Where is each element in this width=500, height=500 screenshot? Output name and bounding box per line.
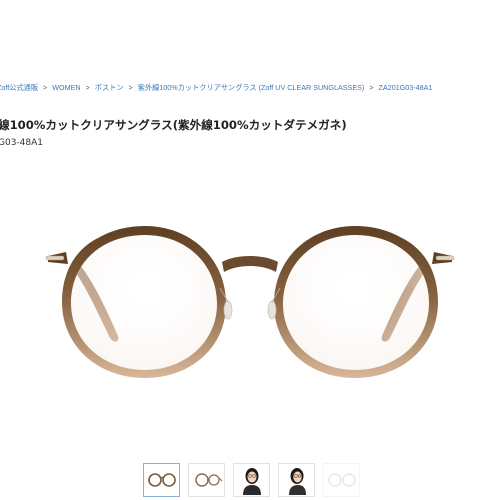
product-title: 線100%カットクリアサングラス(紫外線100%カットダテメガネ) xyxy=(0,118,347,132)
model-portrait-icon xyxy=(288,468,306,495)
thumb-detail[interactable] xyxy=(323,463,360,497)
model-portrait-icon xyxy=(242,468,261,495)
breadcrumb-separator: > xyxy=(85,83,90,92)
product-main-image[interactable] xyxy=(40,218,460,388)
product-page: Zoff公式通販 > WOMEN > ボストン > 紫外線100%カットクリアサ… xyxy=(0,0,500,500)
breadcrumb-separator: > xyxy=(128,83,133,92)
breadcrumb-link-boston[interactable]: ボストン xyxy=(95,83,124,92)
glasses-detail-thumb-icon xyxy=(327,473,356,487)
breadcrumb-link-uv-clear[interactable]: 紫外線100%カットクリアサングラス (Zoff UV CLEAR SUNGLA… xyxy=(138,83,365,92)
thumb-model-angle[interactable] xyxy=(278,463,315,497)
breadcrumb: Zoff公式通販 > WOMEN > ボストン > 紫外線100%カットクリアサ… xyxy=(0,83,432,93)
breadcrumb-link-product[interactable]: ZA201G03-48A1 xyxy=(379,83,433,92)
breadcrumb-separator: > xyxy=(369,83,374,92)
glasses-side-thumb-icon xyxy=(194,473,222,487)
thumb-side-view[interactable] xyxy=(188,463,225,497)
thumb-front-view[interactable] xyxy=(143,463,180,497)
breadcrumb-link-women[interactable]: WOMEN xyxy=(52,83,80,92)
glasses-front-thumb-icon xyxy=(147,473,176,487)
breadcrumb-link-home[interactable]: Zoff公式通販 xyxy=(0,83,38,92)
thumb-model-front[interactable] xyxy=(233,463,270,497)
product-sku: G03-48A1 xyxy=(0,138,44,148)
thumbnail-strip xyxy=(143,463,360,497)
breadcrumb-separator: > xyxy=(43,83,48,92)
